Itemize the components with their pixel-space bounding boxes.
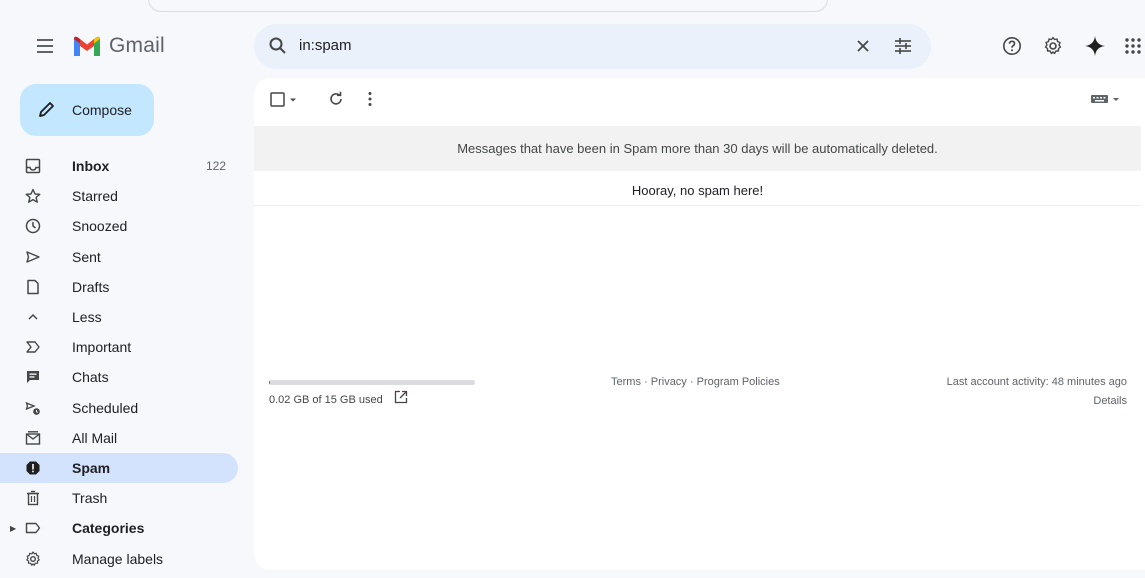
sidebar-item-label: Important bbox=[72, 339, 132, 356]
privacy-link[interactable]: Privacy bbox=[651, 376, 687, 388]
terms-link[interactable]: Terms bbox=[611, 376, 641, 388]
footer-links: Terms · Privacy · Program Policies bbox=[611, 376, 780, 388]
sidebar-item-label: Inbox bbox=[72, 158, 110, 175]
gear-icon bbox=[24, 550, 42, 568]
clock-icon bbox=[24, 217, 42, 235]
sidebar-item-label: All Mail bbox=[72, 429, 118, 446]
sidebar-item-less[interactable]: Less bbox=[0, 302, 238, 332]
star-icon bbox=[24, 187, 42, 205]
unread-count: 122 bbox=[205, 159, 226, 174]
gemini-sparkle-icon[interactable] bbox=[1083, 34, 1107, 58]
sidebar-item-important[interactable]: Important bbox=[0, 332, 238, 362]
search-input[interactable]: in:spam bbox=[299, 37, 352, 54]
open-in-new-icon[interactable] bbox=[394, 390, 408, 409]
expand-arrow-icon[interactable]: ▶ bbox=[10, 524, 16, 533]
sidebar-item-all-mail[interactable]: All Mail bbox=[0, 423, 238, 453]
select-all-checkbox[interactable] bbox=[269, 90, 301, 110]
app-name: Gmail bbox=[109, 34, 165, 57]
search-bar[interactable]: in:spam bbox=[254, 24, 931, 69]
clear-search-icon[interactable] bbox=[851, 34, 875, 58]
program-policies-link[interactable]: Program Policies bbox=[697, 376, 780, 388]
sidebar-item-trash[interactable]: Trash bbox=[0, 483, 238, 513]
draft-icon bbox=[24, 278, 42, 296]
sidebar-item-label: Snoozed bbox=[72, 218, 128, 235]
compose-button[interactable]: Compose bbox=[20, 84, 154, 136]
gmail-logo[interactable]: Gmail bbox=[72, 32, 165, 60]
sidebar-item-label: Trash bbox=[72, 490, 108, 507]
input-tools-keyboard-icon[interactable] bbox=[1089, 90, 1123, 108]
sidebar-item-label: Chats bbox=[72, 369, 109, 386]
sidebar-item-label: Sent bbox=[72, 248, 101, 265]
storage-usage-fill bbox=[269, 380, 271, 385]
send-icon bbox=[24, 248, 42, 266]
sidebar-item-categories[interactable]: ▶ Categories bbox=[0, 513, 238, 543]
sidebar-item-snoozed[interactable]: Snoozed bbox=[0, 211, 238, 241]
spam-retention-banner: Messages that have been in Spam more tha… bbox=[254, 126, 1141, 171]
help-icon[interactable] bbox=[1000, 34, 1024, 58]
separator: · bbox=[689, 376, 694, 388]
settings-icon[interactable] bbox=[1041, 34, 1065, 58]
chat-icon bbox=[24, 368, 42, 386]
refresh-icon[interactable] bbox=[327, 90, 345, 108]
sidebar-item-label: Manage labels bbox=[72, 550, 164, 567]
all-mail-icon bbox=[24, 429, 42, 447]
search-options-icon[interactable] bbox=[891, 34, 915, 58]
pencil-icon bbox=[36, 100, 56, 125]
menu-icon[interactable] bbox=[34, 36, 56, 56]
sidebar-item-scheduled[interactable]: Scheduled bbox=[0, 393, 238, 423]
last-account-activity: Last account activity: 48 minutes ago bbox=[946, 376, 1127, 388]
sidebar-nav: Inbox 122 Starred Snoozed Sent Drafts Le… bbox=[0, 151, 240, 574]
sidebar-item-spam[interactable]: Spam bbox=[0, 452, 238, 484]
storage-text: 0.02 GB of 15 GB used bbox=[269, 394, 383, 406]
sidebar-item-label: Categories bbox=[72, 520, 145, 537]
sidebar-item-label: Spam bbox=[72, 459, 111, 476]
sidebar-item-starred[interactable]: Starred bbox=[0, 181, 238, 211]
chevron-up-icon bbox=[24, 308, 42, 326]
sidebar-item-chats[interactable]: Chats bbox=[0, 362, 238, 392]
sidebar-item-label: Scheduled bbox=[72, 399, 139, 416]
search-icon[interactable] bbox=[268, 36, 288, 56]
gmail-m-icon bbox=[74, 36, 100, 56]
sidebar-item-manage-labels[interactable]: Manage labels bbox=[0, 543, 238, 573]
sidebar-item-label: Starred bbox=[72, 188, 118, 205]
scheduled-send-icon bbox=[24, 399, 42, 417]
sidebar-item-sent[interactable]: Sent bbox=[0, 242, 238, 272]
important-icon bbox=[24, 338, 42, 356]
inbox-icon bbox=[24, 157, 42, 175]
sidebar-item-label: Drafts bbox=[72, 278, 110, 295]
sidebar-item-label: Less bbox=[72, 309, 102, 326]
spam-icon bbox=[24, 459, 42, 477]
compose-label: Compose bbox=[72, 102, 132, 118]
trash-icon bbox=[24, 489, 42, 507]
sidebar-item-inbox[interactable]: Inbox 122 bbox=[0, 151, 238, 181]
separator: · bbox=[644, 376, 648, 388]
empty-state-message: Hooray, no spam here! bbox=[254, 176, 1141, 206]
header: Gmail in:spam bbox=[0, 0, 1145, 76]
details-link[interactable]: Details bbox=[1093, 395, 1127, 407]
apps-grid-icon[interactable] bbox=[1121, 34, 1145, 58]
storage-usage-bar bbox=[269, 380, 475, 385]
more-vert-icon[interactable] bbox=[364, 90, 376, 108]
toolbar bbox=[254, 78, 1145, 124]
main-panel: Messages that have been in Spam more tha… bbox=[254, 78, 1145, 570]
sidebar-item-drafts[interactable]: Drafts bbox=[0, 272, 238, 302]
label-icon bbox=[24, 519, 42, 537]
